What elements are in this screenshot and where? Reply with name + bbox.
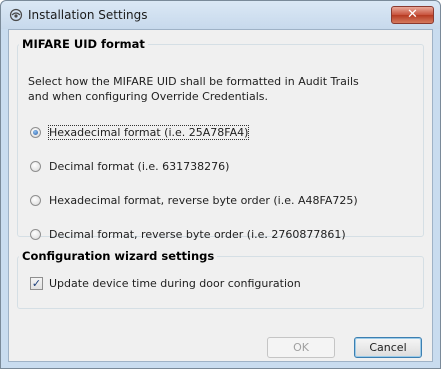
check-mark-icon: ✓ [31, 276, 42, 290]
settings-app-icon [9, 8, 23, 22]
cancel-button[interactable]: Cancel [354, 337, 422, 358]
installation-settings-window: Installation Settings ✕ MIFARE UID forma… [0, 0, 441, 369]
radio-hexadecimal-reverse[interactable]: Hexadecimal format, reverse byte order (… [30, 192, 358, 208]
close-button[interactable]: ✕ [391, 6, 434, 24]
radio-decimal[interactable]: Decimal format (i.e. 631738276) [30, 158, 229, 174]
wizard-group-title: Configuration wizard settings [22, 249, 215, 263]
radio-hexadecimal[interactable]: Hexadecimal format (i.e. 25A78FA4) [30, 124, 250, 140]
configuration-wizard-group: Configuration wizard settings ✓ Update d… [17, 249, 424, 309]
radio-label-hexadecimal[interactable]: Hexadecimal format (i.e. 25A78FA4) [47, 124, 250, 140]
radio-button[interactable] [30, 228, 41, 240]
mifare-group-title: MIFARE UID format [22, 37, 145, 51]
update-device-time-option[interactable]: ✓ Update device time during door configu… [30, 275, 301, 291]
radio-label-hexadecimal-reverse[interactable]: Hexadecimal format, reverse byte order (… [49, 194, 358, 207]
checkbox-label[interactable]: Update device time during door configura… [49, 277, 301, 290]
radio-button[interactable] [30, 194, 41, 206]
radio-decimal-reverse[interactable]: Decimal format, reverse byte order (i.e.… [30, 226, 346, 242]
mifare-description: Select how the MIFARE UID shall be forma… [28, 74, 413, 104]
window-title: Installation Settings [28, 8, 148, 22]
description-line-2: and when configuring Override Credential… [28, 90, 268, 103]
radio-button-selected[interactable] [30, 126, 41, 138]
description-line-1: Select how the MIFARE UID shall be forma… [28, 75, 359, 88]
radio-label-decimal[interactable]: Decimal format (i.e. 631738276) [49, 160, 229, 173]
ok-button[interactable]: OK [267, 337, 335, 358]
radio-button[interactable] [30, 160, 41, 172]
dialog-client-area: MIFARE UID format Select how the MIFARE … [8, 29, 433, 362]
radio-label-decimal-reverse[interactable]: Decimal format, reverse byte order (i.e.… [49, 228, 346, 241]
title-bar[interactable]: Installation Settings ✕ [1, 1, 440, 29]
checkbox-checked[interactable]: ✓ [30, 276, 43, 290]
mifare-uid-format-group: MIFARE UID format Select how the MIFARE … [17, 37, 424, 241]
close-icon: ✕ [407, 7, 418, 22]
